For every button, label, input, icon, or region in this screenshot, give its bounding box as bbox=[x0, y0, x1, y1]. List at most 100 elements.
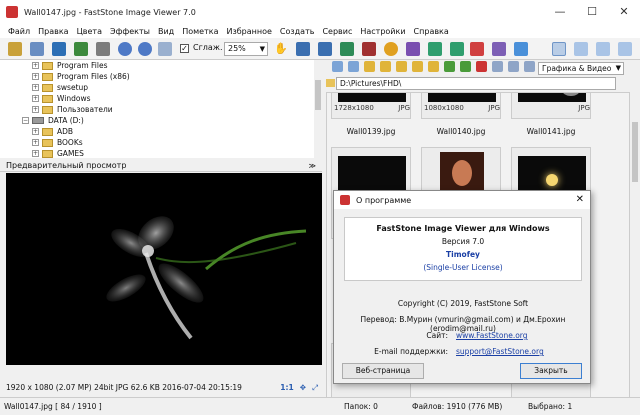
resize-icon[interactable] bbox=[428, 42, 442, 56]
delete-file-icon[interactable] bbox=[476, 61, 487, 72]
folder-icon bbox=[42, 61, 53, 70]
expand-icon[interactable]: + bbox=[32, 106, 39, 113]
browse-icon[interactable] bbox=[30, 42, 44, 56]
tree-item-label: Пользователи bbox=[57, 105, 113, 114]
menu-settings[interactable]: Настройки bbox=[360, 27, 405, 36]
adjust-colors-icon[interactable] bbox=[384, 42, 398, 56]
navigate-icon[interactable]: ✥ bbox=[300, 382, 306, 394]
tree-item[interactable]: + Program Files bbox=[32, 60, 108, 71]
tree-item[interactable]: + Program Files (x86) bbox=[32, 71, 130, 82]
back-icon[interactable] bbox=[332, 61, 343, 72]
red-eye-icon[interactable] bbox=[362, 42, 376, 56]
hand-tool-icon[interactable]: ✋ bbox=[274, 42, 288, 56]
folder-icon bbox=[42, 105, 53, 114]
dialog-title-bar: О программе ✕ bbox=[334, 191, 590, 209]
collapse-chevron-icon[interactable]: ≫ bbox=[309, 160, 316, 172]
menu-file[interactable]: Файл bbox=[8, 27, 30, 36]
move-to-icon[interactable] bbox=[460, 61, 471, 72]
menu-colors[interactable]: Цвета bbox=[77, 27, 102, 36]
web-page-button[interactable]: Веб-страница bbox=[342, 363, 424, 379]
file-filter-select[interactable]: Графика & Видео ▼ bbox=[538, 62, 624, 75]
fit-window-icon[interactable]: ⤢ bbox=[312, 382, 318, 394]
actual-size-button[interactable]: 1:1 bbox=[280, 382, 293, 394]
expand-icon[interactable]: + bbox=[32, 150, 39, 157]
zoom-out-icon[interactable] bbox=[138, 42, 152, 56]
new-folder-icon[interactable] bbox=[380, 61, 391, 72]
open-folder-icon[interactable] bbox=[8, 42, 22, 56]
expand-icon[interactable]: + bbox=[32, 84, 39, 91]
tree-item[interactable]: + GAMES bbox=[32, 148, 84, 159]
zoom-in-icon[interactable] bbox=[118, 42, 132, 56]
smooth-checkbox[interactable]: ✓ bbox=[180, 44, 189, 53]
thumb-resolution: 1728x1080 bbox=[334, 104, 374, 112]
rotate-left-icon[interactable] bbox=[296, 42, 310, 56]
menu-create[interactable]: Создать bbox=[280, 27, 315, 36]
canvas-icon[interactable] bbox=[450, 42, 464, 56]
email-icon[interactable] bbox=[514, 42, 528, 56]
details-view-icon[interactable] bbox=[524, 61, 535, 72]
print-icon[interactable] bbox=[492, 42, 506, 56]
menu-edit[interactable]: Правка bbox=[38, 27, 68, 36]
expand-icon[interactable]: + bbox=[32, 95, 39, 102]
maximize-button[interactable]: ☐ bbox=[576, 0, 608, 24]
menu-effects[interactable]: Эффекты bbox=[110, 27, 150, 36]
folder-icon bbox=[42, 72, 53, 81]
rotate-right-icon[interactable] bbox=[318, 42, 332, 56]
menu-tag[interactable]: Пометка bbox=[182, 27, 218, 36]
thumb-size-icon[interactable] bbox=[508, 61, 519, 72]
menu-help[interactable]: Справка bbox=[414, 27, 449, 36]
folder-options-icon[interactable] bbox=[428, 61, 439, 72]
scrollbar-thumb[interactable] bbox=[315, 80, 321, 110]
zoom-select[interactable]: 25% ▼ bbox=[224, 42, 268, 56]
thumbnail[interactable]: 1080x1080 JPG bbox=[421, 93, 501, 119]
site-link[interactable]: www.FastStone.org bbox=[456, 331, 528, 340]
save-icon[interactable] bbox=[52, 42, 66, 56]
smooth-label: Сглаж. bbox=[193, 43, 223, 52]
copy-to-icon[interactable] bbox=[444, 61, 455, 72]
layout-browser-icon[interactable] bbox=[552, 42, 566, 56]
forward-icon[interactable] bbox=[348, 61, 359, 72]
folder-icon bbox=[42, 83, 53, 92]
up-folder-icon[interactable] bbox=[364, 61, 375, 72]
menu-tools[interactable]: Сервис bbox=[322, 27, 352, 36]
path-input[interactable]: D:\Pictures\FHD\ bbox=[336, 77, 616, 90]
tree-item[interactable]: + swsetup bbox=[32, 82, 88, 93]
layout-list-icon[interactable] bbox=[596, 42, 610, 56]
close-dialog-button[interactable]: Закрыть bbox=[520, 363, 582, 379]
crop-icon[interactable] bbox=[340, 42, 354, 56]
favorites-icon[interactable] bbox=[396, 61, 407, 72]
dialog-close-icon[interactable]: ✕ bbox=[576, 194, 584, 205]
tree-item-drive[interactable]: − DATA (D:) bbox=[22, 115, 84, 126]
scrollbar-thumb[interactable] bbox=[632, 122, 638, 182]
refresh-icon[interactable] bbox=[412, 61, 423, 72]
drive-icon bbox=[32, 117, 44, 124]
tree-item[interactable]: + Пользователи bbox=[32, 104, 113, 115]
expand-icon[interactable]: + bbox=[32, 73, 39, 80]
thumbnail[interactable]: 1728x1080 JPG bbox=[331, 93, 411, 119]
close-button[interactable]: ✕ bbox=[608, 0, 640, 24]
email-link[interactable]: support@FastStone.org bbox=[456, 347, 544, 356]
tree-item[interactable]: + ADB bbox=[32, 126, 73, 137]
effects-icon[interactable] bbox=[406, 42, 420, 56]
save-as-icon[interactable] bbox=[74, 42, 88, 56]
menu-view[interactable]: Вид bbox=[158, 27, 174, 36]
layout-thumbs-icon[interactable] bbox=[574, 42, 588, 56]
expand-icon[interactable]: + bbox=[32, 128, 39, 135]
delete-icon[interactable] bbox=[470, 42, 484, 56]
thumbnail[interactable]: JPG bbox=[511, 93, 591, 119]
tree-item[interactable]: + Windows bbox=[32, 93, 90, 104]
menu-favorites[interactable]: Избранное bbox=[226, 27, 271, 36]
tree-scrollbar[interactable] bbox=[314, 60, 322, 158]
fit-icon[interactable] bbox=[158, 42, 172, 56]
fullscreen-icon[interactable] bbox=[96, 42, 110, 56]
preview-image[interactable] bbox=[6, 173, 322, 365]
tree-item[interactable]: + BOOKs bbox=[32, 137, 83, 148]
expand-icon[interactable]: + bbox=[32, 139, 39, 146]
thumbnail-image bbox=[428, 93, 496, 102]
select-all-icon[interactable] bbox=[492, 61, 503, 72]
expand-icon[interactable]: + bbox=[32, 62, 39, 69]
layout-full-icon[interactable] bbox=[618, 42, 632, 56]
collapse-icon[interactable]: − bbox=[22, 117, 29, 124]
minimize-button[interactable]: — bbox=[544, 0, 576, 24]
thumbnail-scrollbar[interactable] bbox=[630, 92, 640, 398]
